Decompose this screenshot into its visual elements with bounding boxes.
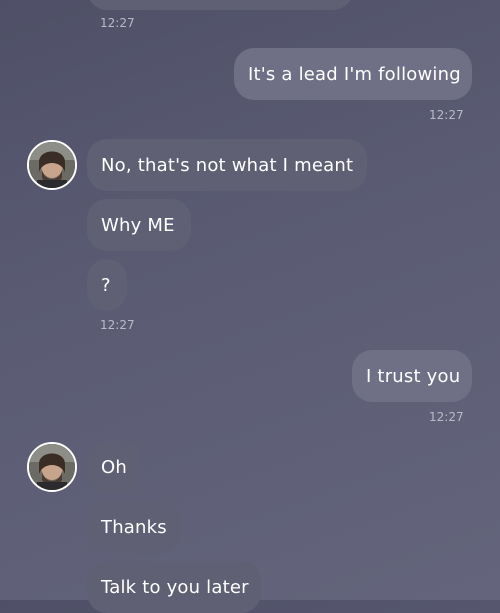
- message-bubble-incoming[interactable]: Oh: [87, 441, 141, 493]
- message-bubble-outgoing[interactable]: It's a lead I'm following: [234, 48, 472, 100]
- message-bubble-incoming[interactable]: No, that's not what I meant: [87, 139, 367, 191]
- message-text: I trust you: [366, 365, 461, 387]
- message-timestamp: 12:27: [100, 16, 135, 30]
- message-timestamp: 12:27: [429, 410, 464, 424]
- message-timestamp: 12:27: [429, 108, 464, 122]
- message-bubble-incoming[interactable]: ?: [87, 259, 127, 311]
- message-text: It's a lead I'm following: [248, 63, 461, 85]
- avatar-photo: [29, 444, 75, 490]
- message-bubble-incoming[interactable]: Why ME: [87, 199, 191, 251]
- message-text: No, that's not what I meant: [101, 154, 354, 176]
- contact-avatar[interactable]: [27, 140, 77, 190]
- chat-thread[interactable]: 12:27 It's a lead I'm following 12:27 No…: [0, 0, 500, 613]
- message-bubble-incoming[interactable]: Thanks: [87, 501, 180, 553]
- message-bubble-outgoing[interactable]: I trust you: [352, 350, 472, 402]
- message-text: Talk to you later: [101, 576, 249, 598]
- message-bubble-partial[interactable]: [87, 0, 353, 10]
- message-text: Oh: [101, 456, 127, 478]
- contact-avatar[interactable]: [27, 442, 77, 492]
- message-text: Why ME: [101, 214, 175, 236]
- avatar-photo: [29, 142, 75, 188]
- message-text: ?: [101, 274, 111, 296]
- message-timestamp: 12:27: [100, 318, 135, 332]
- message-text: Thanks: [101, 516, 167, 538]
- message-bubble-incoming[interactable]: Talk to you later: [87, 561, 261, 613]
